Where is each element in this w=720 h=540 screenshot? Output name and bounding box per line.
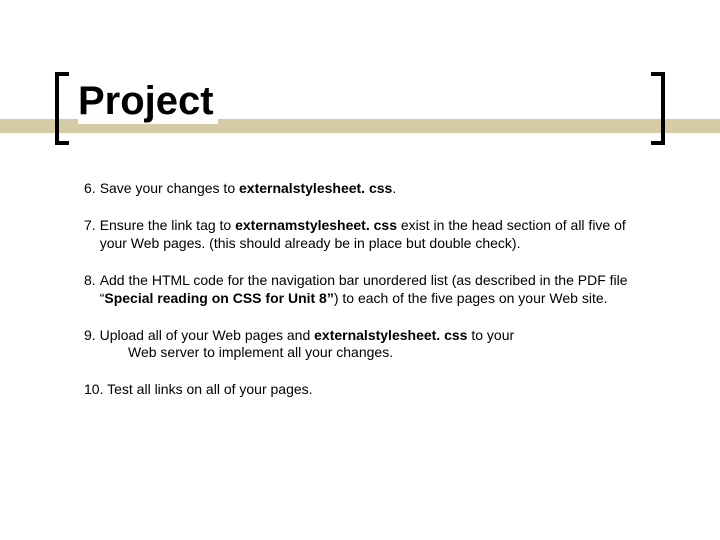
list-item: 8. Add the HTML code for the navigation … — [84, 272, 650, 308]
text-bold: Special reading on CSS for Unit 8” — [104, 290, 333, 306]
text-run: Upload all of your Web pages and — [96, 327, 314, 343]
item-continuation: Web server to implement all your changes… — [84, 344, 650, 362]
title-bar: Project — [0, 83, 720, 135]
item-number: 9. — [84, 327, 96, 343]
text-run: to your — [467, 327, 514, 343]
content-list: 6. Save your changes to externalstyleshe… — [84, 180, 650, 418]
page-title: Project — [78, 78, 218, 124]
list-item: 6. Save your changes to externalstyleshe… — [84, 180, 650, 198]
bracket-right-icon — [651, 72, 665, 145]
bracket-left-icon — [55, 72, 69, 145]
item-text: Ensure the link tag to externamstyleshee… — [100, 217, 650, 253]
text-bold: externalstylesheet. css — [239, 180, 392, 196]
text-bold: externalstylesheet. css — [314, 327, 467, 343]
item-text: Save your changes to externalstylesheet.… — [100, 180, 650, 198]
item-number: 6. — [84, 180, 100, 198]
text-run: . — [392, 180, 396, 196]
text-run: Save your changes to — [100, 180, 239, 196]
list-item: 10. Test all links on all of your pages. — [84, 381, 650, 399]
item-number: 8. — [84, 272, 100, 308]
text-run: Test all links on all of your pages. — [103, 381, 312, 397]
text-run: Ensure the link tag to — [100, 217, 235, 233]
text-bold: externamstylesheet. css — [235, 217, 397, 233]
list-item: 7. Ensure the link tag to externamstyles… — [84, 217, 650, 253]
text-run: ) to each of the five pages on your Web … — [334, 290, 608, 306]
list-item: 9. Upload all of your Web pages and exte… — [84, 327, 650, 363]
item-number: 10. — [84, 381, 103, 397]
item-text: Add the HTML code for the navigation bar… — [100, 272, 650, 308]
item-number: 7. — [84, 217, 100, 253]
